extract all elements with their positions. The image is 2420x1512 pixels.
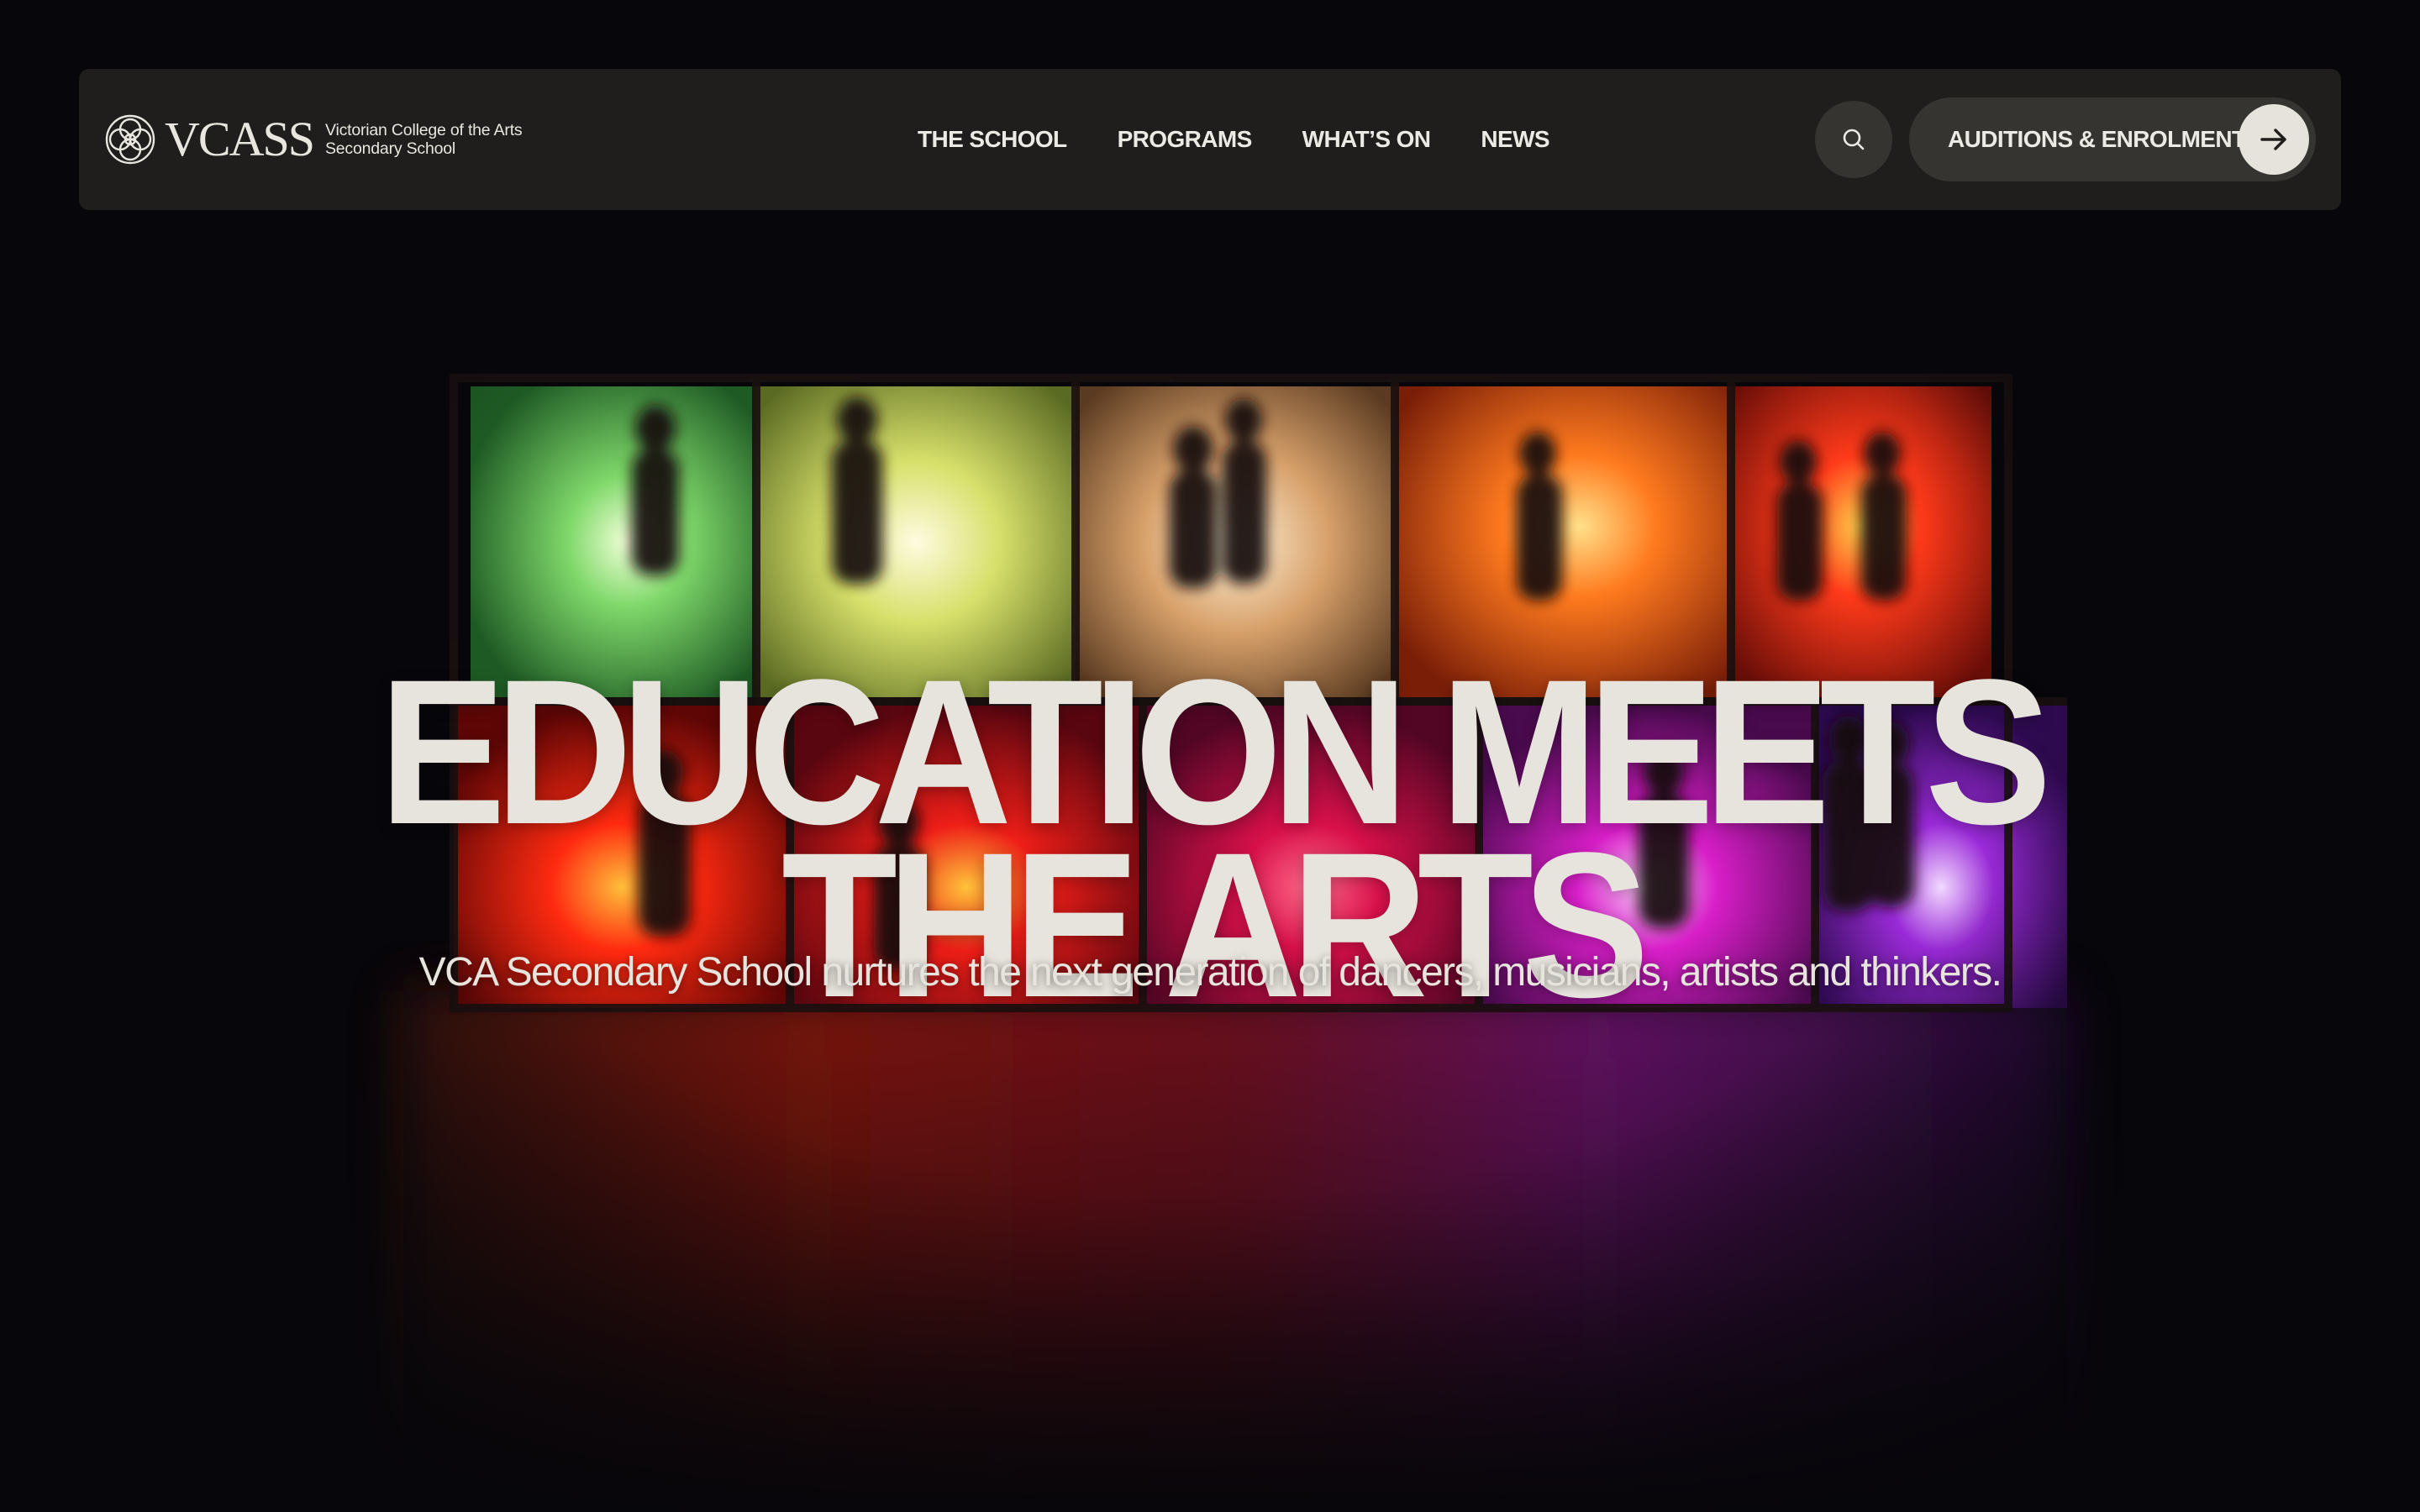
site-header: VCASS Victorian College of the Arts Seco… [79,69,2341,210]
main-nav: THE SCHOOL PROGRAMS WHAT’S ON NEWS [918,69,1600,210]
site-logo[interactable]: VCASS Victorian College of the Arts Seco… [104,111,523,168]
nav-news[interactable]: NEWS [1481,126,1549,153]
nav-the-school[interactable]: THE SCHOOL [918,126,1067,153]
auditions-enrolment-label: AUDITIONS & ENROLMENT [1948,126,2246,152]
nav-programs[interactable]: PROGRAMS [1118,126,1253,153]
logo-subtitle-line1: Victorian College of the Arts [324,121,523,139]
page: VCASS Victorian College of the Arts Seco… [0,0,2420,1512]
nav-whats-on[interactable]: WHAT’S ON [1302,126,1431,153]
logo-subtitle-line2: Secondary School [324,139,456,158]
logo-knot-icon [105,114,155,165]
search-icon [1843,129,1865,150]
logo-wordmark: VCASS [165,112,315,166]
arrow-right-icon [2238,104,2309,175]
auditions-enrolment-button[interactable]: AUDITIONS & ENROLMENT [1909,97,2316,181]
search-button[interactable] [1815,101,1892,178]
logo-subtitle: Victorian College of the Arts Secondary … [324,121,523,158]
hero-subtitle: VCA Secondary School nurtures the next g… [418,950,2002,995]
